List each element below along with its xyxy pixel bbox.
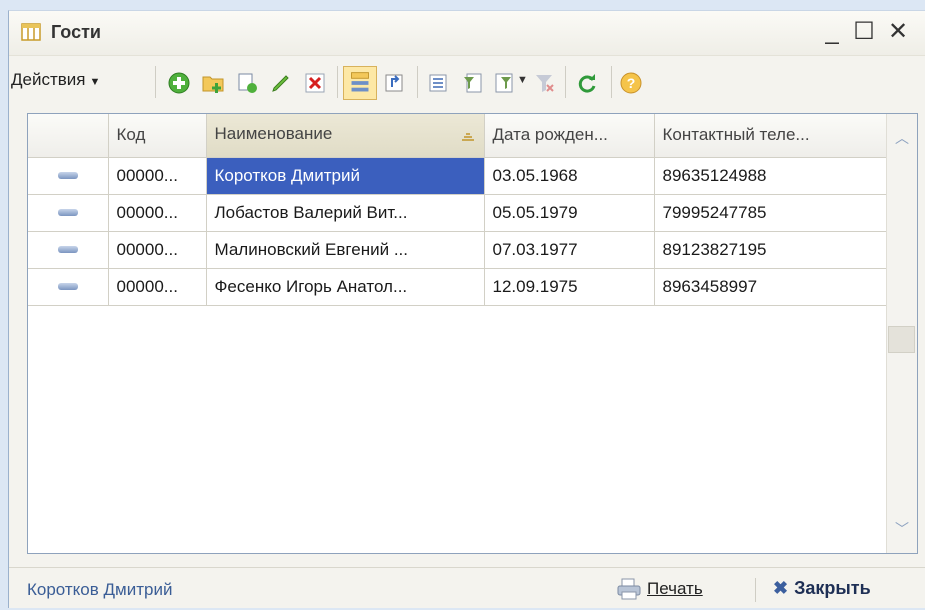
sort-ascending-icon (460, 127, 476, 147)
actions-menu[interactable]: Действия ▼ (11, 70, 100, 90)
scroll-thumb[interactable] (888, 326, 915, 353)
cell-birthdate[interactable]: 05.05.1979 (484, 194, 655, 232)
filter-settings-icon[interactable] (427, 71, 451, 95)
row-marker (28, 194, 109, 232)
cell-phone[interactable]: 89123827195 (654, 231, 888, 269)
column-header-name[interactable]: Наименование (206, 114, 485, 158)
row-marker (28, 231, 109, 269)
maximize-button[interactable]: ☐ (851, 19, 877, 45)
cell-code[interactable]: 00000... (108, 231, 207, 269)
row-marker (28, 157, 109, 195)
toolbar-separator (611, 66, 612, 98)
cell-code[interactable]: 00000... (108, 194, 207, 232)
print-label: Печать (647, 579, 703, 598)
toolbar-separator (337, 66, 338, 98)
chevron-down-icon: ▼ (89, 76, 101, 88)
column-header-birthdate[interactable]: Дата рожден... (484, 114, 655, 158)
table-row[interactable]: 00000... Фесенко Игорь Анатол... 12.09.1… (28, 268, 888, 306)
scroll-down-icon[interactable]: ﹀ (895, 519, 909, 539)
column-header-marker[interactable] (28, 114, 109, 158)
guests-table[interactable]: Код Наименование Дата рожден... Контактн… (27, 113, 918, 554)
title-bar[interactable]: Гости _ ☐ ✕ (9, 11, 925, 55)
window-title: Гости (51, 22, 101, 42)
table-row[interactable]: 00000... Малиновский Евгений ... 07.03.1… (28, 231, 888, 269)
cell-birthdate[interactable]: 07.03.1977 (484, 231, 655, 269)
guests-window: Гости _ ☐ ✕ Действия ▼ ▼ ? Код Наименова… (8, 10, 925, 608)
minimize-button[interactable]: _ (819, 19, 845, 45)
print-button[interactable]: Печать (617, 578, 703, 600)
cell-code[interactable]: 00000... (108, 268, 207, 306)
toolbar-separator (565, 66, 566, 98)
button-separator (755, 578, 756, 602)
chevron-down-icon[interactable]: ▼ (517, 74, 528, 86)
current-item-text: Коротков Дмитрий (27, 580, 173, 599)
close-button[interactable]: ✖ Закрыть (773, 578, 871, 599)
edit-icon[interactable] (269, 71, 293, 95)
hierarchy-view-icon[interactable] (343, 66, 377, 100)
table-row[interactable]: 00000... Лобастов Валерий Вит... 05.05.1… (28, 194, 888, 232)
delete-icon[interactable] (303, 71, 327, 95)
help-icon[interactable]: ? (619, 71, 643, 95)
column-header-code[interactable]: Код (108, 114, 207, 158)
item-marker-icon (57, 283, 78, 290)
scroll-up-icon[interactable]: ︿ (895, 128, 909, 148)
table-header-row: Код Наименование Дата рожден... Контактн… (28, 114, 888, 158)
filter-by-value-icon[interactable] (461, 71, 485, 95)
add-icon[interactable] (167, 71, 191, 95)
column-header-phone[interactable]: Контактный теле... (654, 114, 888, 158)
filter-list-icon[interactable] (493, 71, 517, 95)
item-marker-icon (57, 209, 78, 216)
printer-icon (617, 578, 641, 600)
refresh-icon[interactable] (575, 71, 599, 95)
table-row[interactable]: 00000... Коротков Дмитрий 03.05.1968 896… (28, 157, 888, 195)
vertical-scrollbar[interactable]: ︿ ﹀ (886, 114, 917, 553)
copy-icon[interactable] (235, 71, 259, 95)
cell-birthdate[interactable]: 03.05.1968 (484, 157, 655, 195)
cell-phone[interactable]: 89635124988 (654, 157, 888, 195)
cell-code[interactable]: 00000... (108, 157, 207, 195)
close-window-button[interactable]: ✕ (885, 19, 911, 45)
list-form-icon (21, 23, 41, 41)
cell-phone[interactable]: 79995247785 (654, 194, 888, 232)
clear-filter-icon[interactable] (533, 71, 557, 95)
add-folder-icon[interactable] (201, 71, 225, 95)
cell-name[interactable]: Фесенко Игорь Анатол... (206, 268, 485, 306)
item-marker-icon (57, 172, 78, 179)
cell-phone[interactable]: 8963458997 (654, 268, 888, 306)
close-icon: ✖ (773, 578, 789, 598)
item-marker-icon (57, 246, 78, 253)
cell-name[interactable]: Коротков Дмитрий (206, 157, 485, 195)
cell-birthdate[interactable]: 12.09.1975 (484, 268, 655, 306)
toolbar: Действия ▼ ▼ ? (9, 55, 925, 108)
column-header-name-label: Наименование (214, 123, 333, 143)
close-label: Закрыть (794, 578, 871, 598)
status-bar: Коротков Дмитрий Печать ✖ Закрыть (9, 567, 925, 610)
cell-name[interactable]: Лобастов Валерий Вит... (206, 194, 485, 232)
actions-label: Действия (11, 70, 86, 89)
toolbar-separator (155, 66, 156, 98)
row-marker (28, 268, 109, 306)
svg-text:?: ? (627, 75, 636, 91)
toolbar-separator (417, 66, 418, 98)
level-up-icon[interactable] (383, 71, 407, 95)
cell-name[interactable]: Малиновский Евгений ... (206, 231, 485, 269)
